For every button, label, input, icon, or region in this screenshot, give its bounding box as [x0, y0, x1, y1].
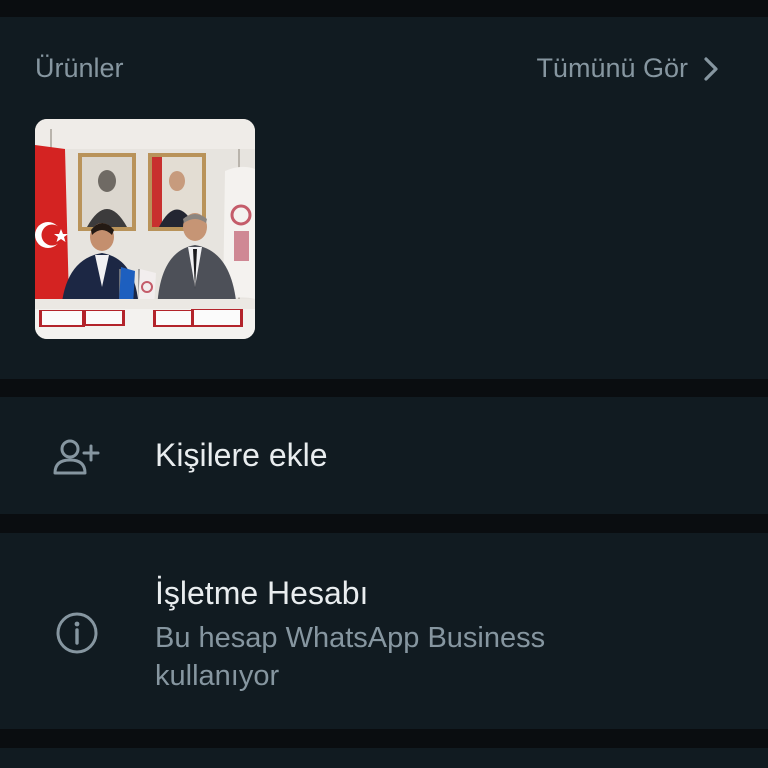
products-section: Ürünler Tümünü Gör [0, 17, 768, 379]
next-section [0, 748, 768, 768]
see-all-button[interactable]: Tümünü Gör [536, 53, 720, 84]
info-icon [56, 612, 98, 654]
business-account-subtitle: Bu hesap WhatsApp Business kullanıyor [155, 622, 546, 692]
business-account-title: İşletme Hesabı [155, 575, 369, 611]
business-account-row[interactable]: İşletme Hesabı Bu hesap WhatsApp Busines… [0, 533, 768, 729]
products-title: Ürünler [35, 53, 124, 83]
see-all-label: Tümünü Gör [536, 53, 688, 83]
person-add-icon [53, 439, 100, 475]
add-contact-label: Kişilere ekle [155, 437, 328, 473]
product-photo [35, 119, 255, 339]
add-contact-row[interactable]: Kişilere ekle [0, 397, 768, 514]
chevron-right-icon [704, 56, 718, 81]
product-thumbnail[interactable] [35, 119, 255, 339]
